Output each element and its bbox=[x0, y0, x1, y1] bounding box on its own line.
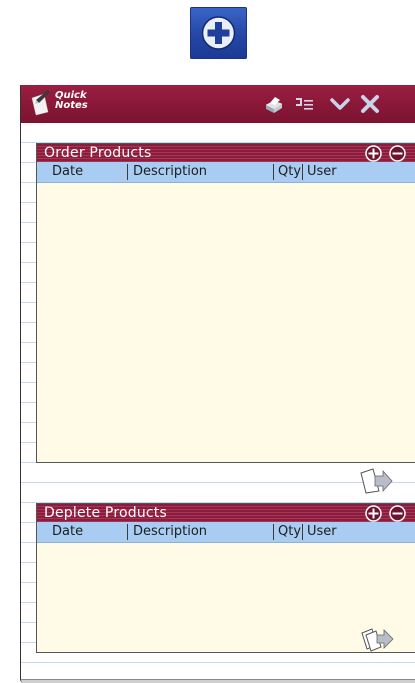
col-date[interactable]: Date bbox=[52, 522, 83, 542]
col-user[interactable]: User bbox=[307, 522, 337, 542]
col-divider[interactable] bbox=[302, 164, 303, 180]
order-products-title: Order Products bbox=[44, 145, 152, 161]
order-products-panel: Order Products Date Description Qty User bbox=[36, 143, 415, 463]
print-icon[interactable] bbox=[263, 93, 285, 115]
add-plus-icon[interactable] bbox=[190, 7, 247, 59]
notepad-pen-icon bbox=[31, 90, 50, 116]
remove-order-icon[interactable] bbox=[389, 145, 406, 162]
col-user[interactable]: User bbox=[307, 162, 337, 182]
col-divider[interactable] bbox=[273, 524, 274, 540]
app-title: Quick Notes bbox=[55, 91, 88, 111]
deplete-pages-icon[interactable] bbox=[359, 625, 395, 653]
order-products-header: Order Products bbox=[37, 144, 415, 162]
col-date[interactable]: Date bbox=[52, 162, 83, 182]
list-icon[interactable] bbox=[293, 93, 315, 115]
title-bar: Quick Notes bbox=[21, 85, 415, 123]
remove-deplete-icon[interactable] bbox=[389, 505, 406, 522]
app-title-line2: Notes bbox=[55, 100, 88, 111]
col-description[interactable]: Description bbox=[133, 162, 207, 182]
close-icon[interactable] bbox=[359, 93, 381, 115]
col-qty[interactable]: Qty bbox=[278, 522, 301, 542]
col-divider[interactable] bbox=[127, 164, 128, 180]
quick-notes-window: Quick Notes Order Products Date Descript… bbox=[20, 85, 415, 683]
window-bottom-edge bbox=[21, 679, 415, 683]
col-qty[interactable]: Qty bbox=[278, 162, 301, 182]
col-divider[interactable] bbox=[127, 524, 128, 540]
deplete-column-header: Date Description Qty User bbox=[37, 522, 415, 543]
send-page-icon[interactable] bbox=[359, 467, 393, 495]
order-column-header: Date Description Qty User bbox=[37, 162, 415, 183]
add-deplete-icon[interactable] bbox=[365, 505, 382, 522]
deplete-products-title: Deplete Products bbox=[44, 505, 167, 521]
col-divider[interactable] bbox=[302, 524, 303, 540]
add-order-icon[interactable] bbox=[365, 145, 382, 162]
collapse-chevron-icon[interactable] bbox=[329, 93, 351, 115]
col-divider[interactable] bbox=[273, 164, 274, 180]
col-description[interactable]: Description bbox=[133, 522, 207, 542]
deplete-products-header: Deplete Products bbox=[37, 504, 415, 522]
